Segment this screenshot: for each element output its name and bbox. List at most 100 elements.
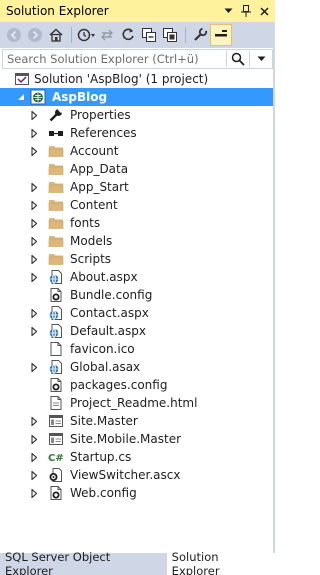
- dropdown-icon[interactable]: [220, 3, 236, 19]
- collapsed-arrow-icon[interactable]: [29, 322, 39, 340]
- tree-row[interactable]: Properties: [0, 106, 275, 124]
- toolbar-separator: [185, 27, 186, 43]
- config-file-icon: [48, 377, 64, 393]
- csharp-file-icon: C#: [48, 449, 64, 465]
- history-icon[interactable]: [76, 25, 96, 45]
- web-page-icon: [48, 269, 64, 285]
- tree-item-label: Global.asax: [70, 360, 141, 374]
- tree-row[interactable]: Contact.aspx: [0, 304, 275, 322]
- config-file-icon: [48, 287, 64, 303]
- collapsed-arrow-icon[interactable]: [29, 250, 39, 268]
- properties-icon[interactable]: [190, 25, 210, 45]
- collapsed-arrow-icon[interactable]: [29, 196, 39, 214]
- tree-item-label: Properties: [70, 108, 131, 122]
- collapsed-arrow-icon[interactable]: [29, 304, 39, 322]
- collapsed-arrow-icon[interactable]: [29, 484, 39, 502]
- collapsed-arrow-icon[interactable]: [29, 214, 39, 232]
- html-file-icon: [48, 395, 64, 411]
- master-page-icon: [48, 431, 64, 447]
- tree-row[interactable]: favicon.ico: [0, 340, 275, 358]
- expanded-arrow-icon[interactable]: [16, 88, 26, 106]
- tree-row[interactable]: Scripts: [0, 250, 275, 268]
- solution-label: Solution 'AspBlog' (1 project): [34, 72, 209, 86]
- tree-row[interactable]: C# Startup.cs: [0, 448, 275, 466]
- collapsed-arrow-icon[interactable]: [29, 358, 39, 376]
- tree-row[interactable]: packages.config: [0, 376, 275, 394]
- pin-icon[interactable]: [238, 3, 254, 19]
- tree-item-label: Site.Master: [70, 414, 138, 428]
- tree-item-label: fonts: [70, 216, 101, 230]
- window-title: Solution Explorer: [6, 4, 109, 18]
- collapsed-arrow-icon[interactable]: [29, 124, 39, 142]
- tree-item-label: packages.config: [70, 378, 168, 392]
- search-input[interactable]: [3, 51, 226, 67]
- solution-icon: [14, 71, 30, 87]
- tree-row[interactable]: Global.asax: [0, 358, 275, 376]
- tree-row[interactable]: Account: [0, 142, 275, 160]
- toolbar-separator: [71, 27, 72, 43]
- tree-row[interactable]: Models: [0, 232, 275, 250]
- search-icon[interactable]: [227, 50, 249, 68]
- tree-row[interactable]: Site.Master: [0, 412, 275, 430]
- tree-row[interactable]: ViewSwitcher.ascx: [0, 466, 275, 484]
- forward-icon[interactable]: [25, 25, 45, 45]
- web-page-icon: [48, 359, 64, 375]
- refresh-icon[interactable]: [160, 25, 180, 45]
- tree-row[interactable]: Web.config: [0, 484, 275, 502]
- preview-icon[interactable]: [210, 24, 232, 46]
- close-icon[interactable]: [256, 3, 272, 19]
- tree-item-label: Site.Mobile.Master: [70, 432, 182, 446]
- tab-solution-explorer[interactable]: Solution Explorer: [166, 550, 275, 575]
- show-all-files-icon[interactable]: [139, 25, 159, 45]
- tree-item-label: Content: [70, 198, 118, 212]
- tree-item-label: App_Data: [70, 162, 129, 176]
- back-icon[interactable]: [4, 25, 24, 45]
- solution-explorer-window: Solution Explorer Search Solution Explor…: [0, 0, 275, 575]
- sync-icon[interactable]: [97, 25, 117, 45]
- folder-icon: [48, 161, 64, 177]
- collapse-all-icon[interactable]: [118, 25, 138, 45]
- folder-icon: [48, 251, 64, 267]
- collapsed-arrow-icon[interactable]: [29, 178, 39, 196]
- folder-icon: [48, 143, 64, 159]
- web-page-icon: [48, 323, 64, 339]
- tree-row[interactable]: Project_Readme.html: [0, 394, 275, 412]
- tab-sql-server-object-explorer[interactable]: SQL Server Object Explorer: [0, 550, 167, 575]
- tree-item-label: Web.config: [70, 486, 137, 500]
- tree-item-label: favicon.ico: [70, 342, 135, 356]
- home-icon[interactable]: [46, 25, 66, 45]
- tree-row[interactable]: References: [0, 124, 275, 142]
- user-control-icon: [48, 467, 64, 483]
- tree-item-label: Scripts: [70, 252, 112, 266]
- search-options-dropdown-icon[interactable]: [250, 50, 272, 68]
- tree-item-label: ViewSwitcher.ascx: [70, 468, 181, 482]
- tree-row[interactable]: App_Start: [0, 178, 275, 196]
- search-box: [2, 49, 273, 69]
- collapsed-arrow-icon[interactable]: [29, 142, 39, 160]
- tree-row[interactable]: Content: [0, 196, 275, 214]
- collapsed-arrow-icon[interactable]: [29, 268, 39, 286]
- panel-border: [273, 22, 275, 553]
- tree-row[interactable]: App_Data: [0, 160, 275, 178]
- tree-item-label: Startup.cs: [70, 450, 132, 464]
- collapsed-arrow-icon[interactable]: [29, 412, 39, 430]
- tree-row[interactable]: Site.Mobile.Master: [0, 430, 275, 448]
- tree-row[interactable]: About.aspx: [0, 268, 275, 286]
- tree-item-label: Project_Readme.html: [70, 396, 198, 410]
- collapsed-arrow-icon[interactable]: [29, 430, 39, 448]
- folder-icon: [48, 215, 64, 231]
- solution-tree: Solution 'AspBlog' (1 project) AspBlog P…: [0, 70, 275, 548]
- ico-file-icon: [48, 341, 64, 357]
- collapsed-arrow-icon[interactable]: [29, 232, 39, 250]
- tree-row[interactable]: fonts: [0, 214, 275, 232]
- collapsed-arrow-icon[interactable]: [29, 448, 39, 466]
- tree-row[interactable]: Default.aspx: [0, 322, 275, 340]
- tree-row[interactable]: Bundle.config: [0, 286, 275, 304]
- tree-row-solution[interactable]: Solution 'AspBlog' (1 project): [0, 70, 275, 88]
- toolbar: [0, 22, 275, 48]
- tree-item-label: Account: [70, 144, 119, 158]
- collapsed-arrow-icon[interactable]: [29, 106, 39, 124]
- collapsed-arrow-icon[interactable]: [29, 466, 39, 484]
- tree-item-label: Models: [70, 234, 113, 248]
- tree-row-project[interactable]: AspBlog: [0, 88, 275, 106]
